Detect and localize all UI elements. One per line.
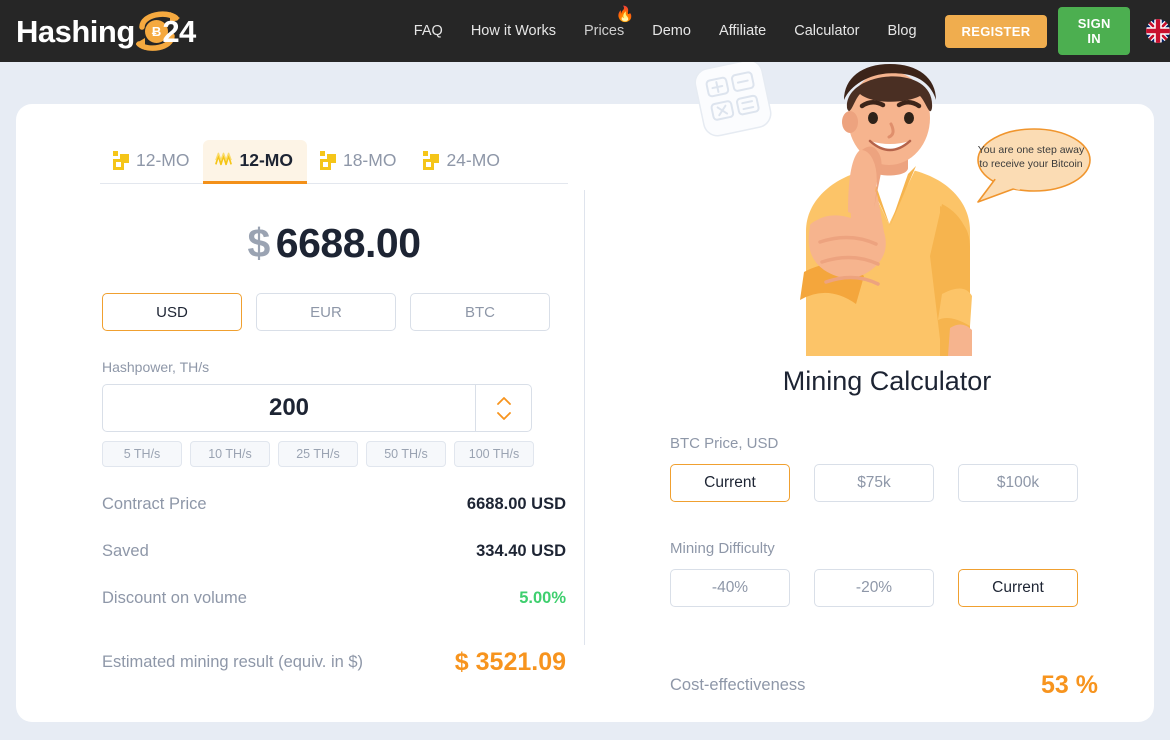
chevron-down-icon xyxy=(496,411,511,420)
uk-flag-icon[interactable] xyxy=(1146,19,1170,43)
tab-contract-12mo-a[interactable]: 12-MO xyxy=(100,140,203,183)
panel-divider xyxy=(584,190,585,645)
cost-effectiveness-row: Cost-effectiveness 53 % xyxy=(652,671,1122,700)
nav-label: Blog xyxy=(887,23,917,39)
signin-button[interactable]: SIGN IN xyxy=(1058,7,1130,55)
nav-item-how-it-works[interactable]: How it Works xyxy=(457,23,570,39)
contract-block-icon xyxy=(423,151,440,170)
detail-value: 334.40 USD xyxy=(476,542,566,560)
logo-text: Hashing xyxy=(16,13,135,49)
summary-label: Cost-effectiveness xyxy=(670,676,806,694)
btc-price-option-75k[interactable]: $75k xyxy=(814,464,934,502)
mining-difficulty-options: -40% -20% Current xyxy=(652,569,1122,607)
tab-label: 12-MO xyxy=(136,150,190,170)
estimated-mining-result-row: Estimated mining result (equiv. in $) $ … xyxy=(84,648,584,677)
nav-label: Demo xyxy=(652,23,691,39)
site-logo[interactable]: Hashing Ƀ 24 xyxy=(16,9,198,53)
currency-option-btc[interactable]: BTC xyxy=(410,293,550,331)
nav-item-faq[interactable]: FAQ xyxy=(400,23,457,39)
btc-price-options: Current $75k $100k xyxy=(652,464,1122,502)
tab-contract-18mo[interactable]: 18-MO xyxy=(307,140,410,183)
nav-item-blog[interactable]: Blog xyxy=(874,23,931,39)
detail-row-discount: Discount on volume 5.00% xyxy=(84,589,584,608)
detail-row-saved: Saved 334.40 USD xyxy=(84,542,584,561)
logo-suffix: 24 xyxy=(162,13,196,49)
nav-label: Calculator xyxy=(794,23,860,39)
difficulty-option-current[interactable]: Current xyxy=(958,569,1078,607)
btc-price-option-100k[interactable]: $100k xyxy=(958,464,1078,502)
tab-label: 24-MO xyxy=(446,150,500,170)
detail-label: Discount on volume xyxy=(102,589,247,607)
mining-calculator-panel: You are one step away to receive your Bi… xyxy=(652,59,1122,700)
btc-price-label: BTC Price, USD xyxy=(670,435,779,452)
hashpower-stepper[interactable] xyxy=(475,385,531,431)
difficulty-option-minus40[interactable]: -40% xyxy=(670,569,790,607)
currency-option-eur[interactable]: EUR xyxy=(256,293,396,331)
summary-label: Estimated mining result (equiv. in $) xyxy=(102,653,364,671)
nav-label: How it Works xyxy=(470,23,556,39)
hashpower-presets: 5 TH/s 10 TH/s 25 TH/s 50 TH/s 100 TH/s xyxy=(84,441,584,467)
detail-value: 6688.00 USD xyxy=(466,495,566,513)
nav-label: Affiliate xyxy=(718,23,767,39)
hashrate-wave-icon xyxy=(215,152,233,166)
btc-price-option-current[interactable]: Current xyxy=(670,464,790,502)
chevron-up-icon xyxy=(496,396,511,405)
nav-item-prices[interactable]: Prices 🔥 xyxy=(570,7,638,39)
hero-illustration: You are one step away to receive your Bi… xyxy=(652,59,1122,356)
top-navigation-bar: Hashing Ƀ 24 FAQ How it Works Prices 🔥 D… xyxy=(0,0,1170,62)
tab-label: 18-MO xyxy=(342,150,397,170)
main-nav: FAQ How it Works Prices 🔥 Demo Affiliate… xyxy=(400,7,931,39)
nav-item-affiliate[interactable]: Affiliate xyxy=(705,23,780,39)
contract-panel: 12-MO 12-MO 18-MO 24-MO $ 6688.00 USD EU… xyxy=(84,104,584,677)
difficulty-option-minus20[interactable]: -20% xyxy=(814,569,934,607)
mining-difficulty-label: Mining Difficulty xyxy=(670,540,775,557)
hashpower-preset-50[interactable]: 50 TH/s xyxy=(366,441,446,467)
hashpower-input[interactable] xyxy=(103,385,475,431)
tab-label: 12-MO xyxy=(239,150,293,170)
calculator-card: 12-MO 12-MO 18-MO 24-MO $ 6688.00 USD EU… xyxy=(16,59,1154,722)
contract-block-icon xyxy=(113,151,129,170)
hashpower-preset-10[interactable]: 10 TH/s xyxy=(190,441,270,467)
hashpower-preset-5[interactable]: 5 TH/s xyxy=(102,441,182,467)
detail-row-contract-price: Contract Price 6688.00 USD xyxy=(84,495,584,514)
summary-value: 53 % xyxy=(1041,671,1098,699)
currency-option-usd[interactable]: USD xyxy=(102,293,242,331)
currency-symbol: $ xyxy=(247,220,270,266)
register-button[interactable]: REGISTER xyxy=(944,14,1048,48)
speech-bubble-text: You are one step away to receive your Bi… xyxy=(977,144,1085,170)
tab-contract-12mo-b[interactable]: 12-MO xyxy=(203,140,308,184)
detail-label: Contract Price xyxy=(102,495,207,513)
currency-selector: USD EUR BTC xyxy=(84,293,584,331)
contract-duration-tabs: 12-MO 12-MO 18-MO 24-MO xyxy=(84,104,584,184)
nav-label: FAQ xyxy=(413,23,443,39)
detail-value: 5.00% xyxy=(519,589,566,607)
nav-item-calculator[interactable]: Calculator xyxy=(780,23,873,39)
nav-label: Prices xyxy=(583,23,625,39)
tab-contract-24mo[interactable]: 24-MO xyxy=(410,140,513,183)
hashpower-preset-25[interactable]: 25 TH/s xyxy=(278,441,358,467)
logo-mark: Ƀ 24 xyxy=(135,9,198,53)
tabs-divider xyxy=(100,183,568,184)
hashpower-input-group xyxy=(102,384,532,432)
panel-title: Mining Calculator xyxy=(782,366,992,396)
detail-label: Saved xyxy=(102,542,149,560)
fire-icon: 🔥 xyxy=(615,6,635,23)
hashpower-label: Hashpower, TH/s xyxy=(102,359,210,375)
price-amount: 6688.00 xyxy=(275,220,421,266)
summary-value: $ 3521.09 xyxy=(454,648,566,676)
hashpower-preset-100[interactable]: 100 TH/s xyxy=(454,441,534,467)
thumbs-up-person-illustration xyxy=(800,64,972,356)
contract-block-icon xyxy=(319,151,336,170)
contract-price-display: $6688.00 xyxy=(84,220,584,267)
nav-item-demo[interactable]: Demo xyxy=(638,23,705,39)
